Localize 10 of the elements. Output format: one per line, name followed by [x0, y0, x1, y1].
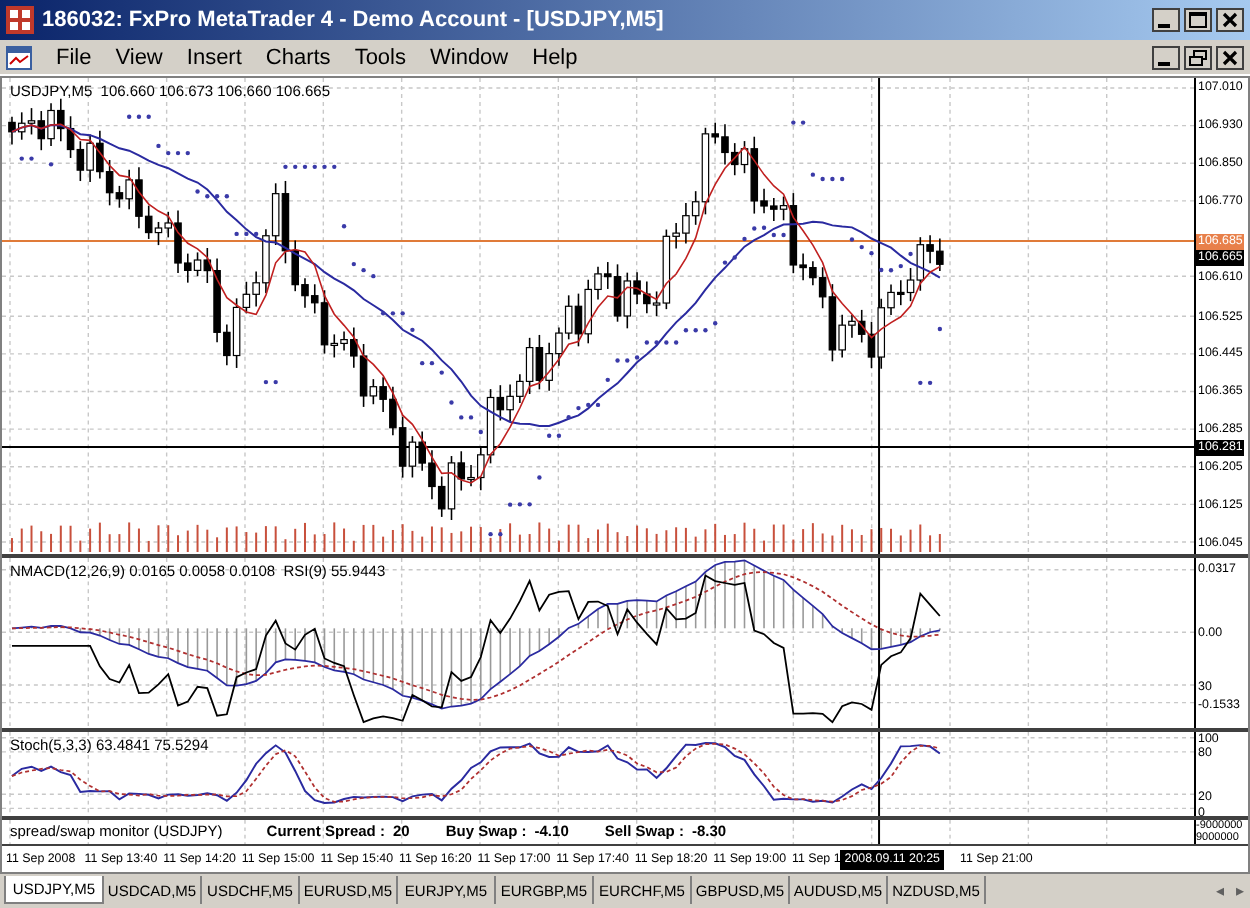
menu-item[interactable]: Window	[418, 45, 521, 69]
menu-item[interactable]: View	[103, 45, 175, 69]
menu-item[interactable]: Tools	[342, 45, 418, 69]
menu-item[interactable]: Insert	[174, 45, 254, 69]
tab-scroll-button[interactable]: ◂	[1210, 876, 1230, 904]
menu-item[interactable]: Help	[520, 45, 590, 69]
menu-item[interactable]: Charts	[253, 45, 343, 69]
window-title: 186032: FxPro MetaTrader 4 - Demo Account - [USDJPY,M5]	[42, 8, 664, 32]
tab-scroll-button[interactable]: ▸	[1230, 876, 1250, 904]
menu-item[interactable]: File	[44, 45, 104, 69]
